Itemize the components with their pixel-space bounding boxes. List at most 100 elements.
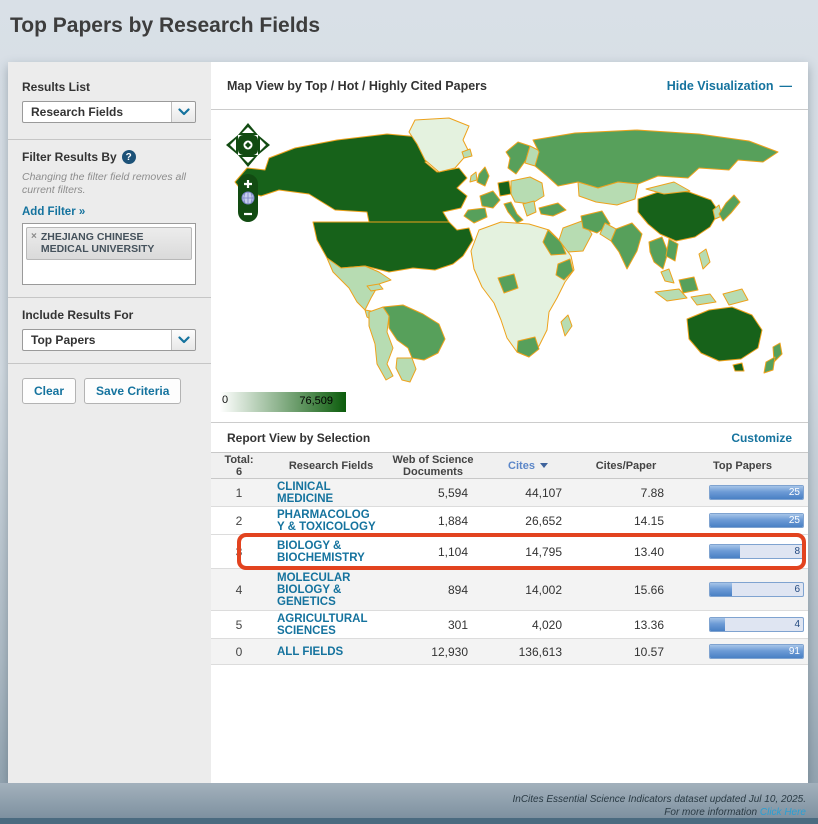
filter-results-label: Filter Results By <box>22 150 117 164</box>
cites-cell: 14,002 <box>525 582 562 597</box>
minus-icon: — <box>779 78 793 93</box>
research-field-link[interactable]: AGRICULTURAL SCIENCES <box>267 613 385 637</box>
chevron-down-icon[interactable] <box>171 330 195 350</box>
wos-cell: 301 <box>447 617 468 632</box>
results-list-label: Results List <box>22 80 91 94</box>
legend-gradient-bar: 0 76,509 <box>220 392 346 412</box>
top-papers-header: Top Papers <box>712 459 773 472</box>
add-filter-link[interactable]: Add Filter » <box>22 206 85 218</box>
map-header: Map View by Top / Hot / Highly Cited Pap… <box>211 62 808 110</box>
cites-cell: 14,795 <box>525 544 562 559</box>
rank-cell: 5 <box>235 617 243 632</box>
legend-min: 0 <box>222 394 229 406</box>
research-field-link[interactable]: CLINICAL MEDICINE <box>267 481 385 505</box>
cites-paper-cell: 7.88 <box>640 485 664 500</box>
include-results-dropdown[interactable]: Top Papers <box>22 329 196 351</box>
rank-cell: 0 <box>235 644 243 659</box>
research-fields-header: Research Fields <box>288 459 374 472</box>
total-header: Total: 6 <box>211 454 267 478</box>
wos-cell: 894 <box>447 582 468 597</box>
filter-list-box: × ZHEJIANG CHINESE MEDICAL UNIVERSITY <box>22 223 196 285</box>
cites-cell: 44,107 <box>525 485 562 500</box>
rank-cell: 3 <box>235 544 243 559</box>
cites-cell: 26,652 <box>525 513 562 528</box>
cites-cell: 136,613 <box>518 644 562 659</box>
results-list-value: Research Fields <box>31 105 124 119</box>
wos-cell: 12,930 <box>431 644 468 659</box>
save-criteria-button[interactable]: Save Criteria <box>84 378 182 404</box>
main-panel: Map View by Top / Hot / Highly Cited Pap… <box>211 62 808 783</box>
wos-documents-header: Web of Science Documents <box>392 453 474 478</box>
table-row: 1 CLINICAL MEDICINE 5,594 44,107 7.88 25 <box>211 479 808 507</box>
cites-paper-cell: 14.15 <box>633 513 664 528</box>
cites-paper-cell: 15.66 <box>633 582 664 597</box>
cites-per-paper-header: Cites/Paper <box>595 459 657 472</box>
top-papers-value: 4 <box>794 619 800 630</box>
total-label: Total: <box>224 453 254 466</box>
table-row: 4 MOLECULAR BIOLOGY & GENETICS 894 14,00… <box>211 569 808 611</box>
research-field-link[interactable]: ALL FIELDS <box>267 646 385 658</box>
top-papers-value: 6 <box>794 584 800 595</box>
customize-link[interactable]: Customize <box>731 431 792 445</box>
include-results-label: Include Results For <box>22 308 134 322</box>
bottom-bar <box>0 818 818 824</box>
sidebar: Results List Research Fields Filter Resu… <box>8 62 211 783</box>
filter-note: Changing the filter field removes all cu… <box>22 171 187 196</box>
top-papers-bar: 6 <box>709 582 804 597</box>
filter-tag[interactable]: × ZHEJIANG CHINESE MEDICAL UNIVERSITY <box>26 227 192 260</box>
legend-max: 76,509 <box>299 395 333 407</box>
title-band: Top Papers by Research Fields <box>0 0 818 62</box>
table-row: 5 AGRICULTURAL SCIENCES 301 4,020 13.36 … <box>211 611 808 639</box>
footer-dataset-note: InCites Essential Science Indicators dat… <box>512 794 806 805</box>
wos-cell: 1,104 <box>437 544 468 559</box>
top-papers-value: 8 <box>794 546 800 557</box>
sort-desc-icon <box>539 463 548 468</box>
map-view-title: Map View by Top / Hot / Highly Cited Pap… <box>227 78 487 93</box>
table-header-row: Total: 6 Research Fields Web of Science … <box>211 452 808 479</box>
footer-click-here-link[interactable]: Click Here <box>760 807 806 818</box>
cites-paper-cell: 13.40 <box>633 544 664 559</box>
table-row-highlighted: 3 BIOLOGY & BIOCHEMISTRY 1,104 14,795 13… <box>211 533 808 570</box>
cites-sort-header[interactable]: Cites <box>481 460 575 472</box>
chevron-down-icon[interactable] <box>171 102 195 122</box>
rank-cell: 2 <box>235 513 243 528</box>
wos-cell: 5,594 <box>437 485 468 500</box>
research-field-link[interactable]: MOLECULAR BIOLOGY & GENETICS <box>267 572 385 608</box>
top-papers-bar: 8 <box>709 544 804 559</box>
cites-cell: 4,020 <box>531 617 562 632</box>
cites-paper-cell: 10.57 <box>633 644 664 659</box>
remove-filter-icon[interactable]: × <box>31 231 37 243</box>
hide-visualization-link[interactable]: Hide Visualization — <box>667 79 792 93</box>
cites-paper-cell: 13.36 <box>633 617 664 632</box>
report-view-title: Report View by Selection <box>227 430 371 445</box>
page-title: Top Papers by Research Fields <box>10 14 321 37</box>
hide-visualization-label: Hide Visualization <box>666 78 774 93</box>
table-row: 2 PHARMACOLOG Y & TOXICOLOGY 1,884 26,65… <box>211 507 808 535</box>
filter-tag-label: ZHEJIANG CHINESE MEDICAL UNIVERSITY <box>40 231 155 255</box>
map-legend: 0 76,509 <box>211 392 808 422</box>
report-header: Report View by Selection Customize <box>211 422 808 452</box>
wos-cell: 1,884 <box>437 513 468 528</box>
research-field-link[interactable]: BIOLOGY & BIOCHEMISTRY <box>267 540 385 564</box>
top-papers-bar: 91 <box>709 644 804 659</box>
top-papers-bar: 25 <box>709 485 804 500</box>
top-papers-bar: 4 <box>709 617 804 632</box>
total-count: 6 <box>235 465 243 478</box>
results-list-dropdown[interactable]: Research Fields <box>22 101 196 123</box>
research-field-link[interactable]: PHARMACOLOG Y & TOXICOLOGY <box>267 509 385 533</box>
top-papers-value: 25 <box>788 515 800 526</box>
top-papers-bar: 25 <box>709 513 804 528</box>
top-papers-value: 25 <box>788 487 800 498</box>
clear-button[interactable]: Clear <box>22 378 77 404</box>
help-icon[interactable]: ? <box>121 150 136 164</box>
footer-info-label: For more information <box>664 807 758 818</box>
world-map[interactable] <box>211 110 808 392</box>
top-papers-value: 91 <box>788 646 800 657</box>
page: Top Papers by Research Fields Results Li… <box>0 0 818 824</box>
table-row: 0 ALL FIELDS 12,930 136,613 10.57 91 <box>211 639 808 665</box>
cites-label: Cites <box>508 459 535 472</box>
map-pan-zoom-controls[interactable] <box>225 122 271 226</box>
rank-cell: 4 <box>235 582 243 597</box>
rank-cell: 1 <box>235 485 243 500</box>
include-results-value: Top Papers <box>31 333 96 347</box>
